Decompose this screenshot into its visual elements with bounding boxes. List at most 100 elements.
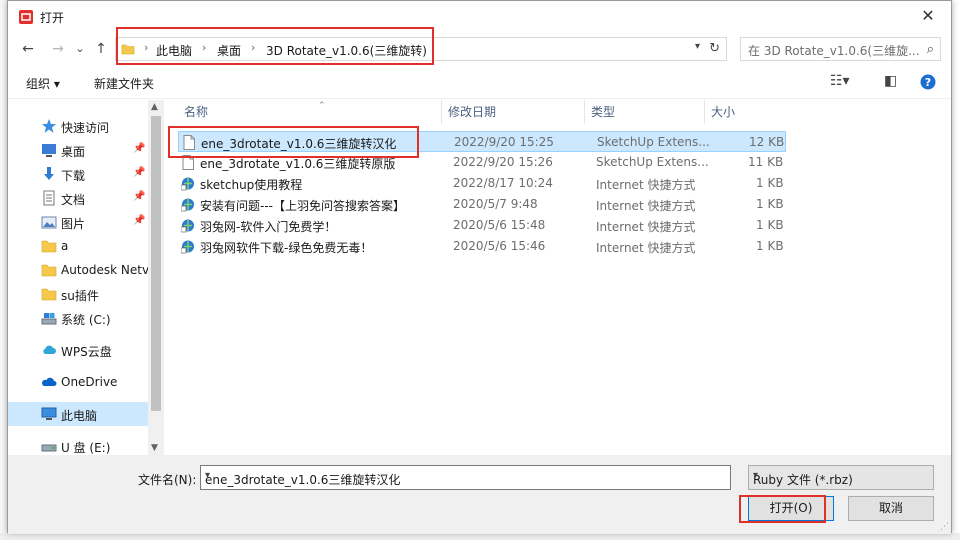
file-type: Internet 快捷方式: [596, 199, 696, 213]
file-modified: 2022/9/20 15:25: [454, 135, 554, 149]
column-header-size[interactable]: 大小: [705, 100, 785, 124]
close-icon[interactable]: ✕: [905, 1, 951, 31]
sidebar-scrollbar[interactable]: ▲ ▼: [148, 100, 164, 455]
sidebar-item-label: 下载: [61, 169, 86, 183]
file-modified: 2020/5/7 9:48: [453, 197, 538, 211]
usb-drive-icon: [41, 444, 57, 452]
cancel-button[interactable]: 取消: [848, 496, 934, 521]
file-modified: 2022/9/20 15:26: [453, 155, 553, 169]
file-row[interactable]: 羽兔网-软件入门免费学！ 2020/5/6 15:48 Internet 快捷方…: [178, 215, 786, 236]
sidebar-item-downloads[interactable]: 下载 📌: [8, 162, 148, 186]
column-header-modified[interactable]: 修改日期: [442, 100, 585, 124]
file-name: 羽兔网-软件入门免费学！: [200, 220, 337, 234]
open-file-dialog: 打开 ✕ ← → ⌄ ↑ › 此电脑 › 桌面 › 3D Rotate_v1.0…: [7, 0, 952, 534]
sketchup-app-icon: [19, 10, 33, 24]
file-row[interactable]: sketchup使用教程 2022/8/17 10:24 Internet 快捷…: [178, 173, 786, 194]
file-name: 安装有问题---【上羽免问答搜索答案】: [200, 199, 405, 213]
file-size: 1 KB: [756, 218, 784, 232]
view-options-icon[interactable]: ☷▾: [830, 73, 850, 89]
sidebar-item-documents[interactable]: 文档 📌: [8, 186, 148, 210]
scrollbar-thumb[interactable]: [151, 116, 161, 411]
scroll-down-icon[interactable]: ▼: [151, 443, 158, 453]
scroll-up-icon[interactable]: ▲: [151, 102, 158, 112]
search-icon[interactable]: ⌕: [927, 42, 934, 57]
pin-icon[interactable]: 📌: [133, 143, 145, 154]
sidebar-item-desktop[interactable]: 桌面 📌: [8, 138, 148, 162]
svg-text:?: ?: [925, 76, 931, 89]
address-dropdown-icon[interactable]: ▾: [695, 41, 700, 52]
file-row[interactable]: 安装有问题---【上羽免问答搜索答案】 2020/5/7 9:48 Intern…: [178, 194, 786, 215]
back-arrow-icon[interactable]: ←: [18, 39, 38, 59]
file-type: Internet 快捷方式: [596, 220, 696, 234]
folder-icon: [41, 240, 57, 253]
recent-locations-chevron-icon[interactable]: ⌄: [70, 39, 90, 59]
chevron-down-icon[interactable]: ▾: [753, 470, 927, 481]
column-header-label: 类型: [591, 105, 616, 119]
pin-icon[interactable]: 📌: [133, 167, 145, 178]
preview-pane-icon[interactable]: ◧: [884, 73, 897, 89]
file-size: 11 KB: [748, 155, 784, 169]
desktop-icon: [42, 144, 56, 157]
chevron-down-icon[interactable]: ▾: [205, 470, 726, 481]
up-arrow-icon[interactable]: ↑: [91, 39, 111, 59]
sidebar-item-label: WPS云盘: [61, 345, 112, 359]
file-row[interactable]: 羽兔网软件下载-绿色免费无毒！ 2020/5/6 15:46 Internet …: [178, 236, 786, 257]
column-header-name[interactable]: 名称 ⌃: [178, 100, 442, 124]
sidebar-item-onedrive[interactable]: OneDrive: [8, 370, 148, 394]
search-placeholder: 在 3D Rotate_v1.0.6(三维旋...: [748, 44, 920, 58]
new-folder-button[interactable]: 新建文件夹: [94, 75, 154, 92]
organize-menu[interactable]: 组织 ▾: [26, 75, 60, 92]
navigation-pane: 快速访问 桌面 📌 下载 📌 文档 📌 图片 📌 a Autodesk Netv…: [8, 100, 148, 455]
file-modified: 2020/5/6 15:46: [453, 239, 546, 253]
sidebar-item-label: OneDrive: [61, 375, 118, 389]
pin-icon[interactable]: 📌: [133, 191, 145, 202]
sidebar-item-su-plugins[interactable]: su插件: [8, 282, 148, 306]
search-box[interactable]: 在 3D Rotate_v1.0.6(三维旋... ⌕: [740, 37, 941, 61]
internet-shortcut-icon: [181, 198, 194, 212]
folder-icon: [41, 288, 57, 301]
folder-icon: [41, 264, 57, 277]
filename-input[interactable]: ene_3drotate_v1.0.6三维旋转汉化 ▾: [200, 465, 731, 490]
column-header-type[interactable]: 类型: [585, 100, 705, 124]
sidebar-item-quick-access[interactable]: 快速访问: [8, 114, 148, 138]
sidebar-item-drive-c[interactable]: 系统 (C:): [8, 306, 148, 330]
internet-shortcut-icon: [181, 240, 194, 254]
computer-icon: [41, 407, 57, 420]
background-bottom-edge: [0, 533, 960, 540]
drive-icon: [41, 313, 57, 325]
sort-ascending-icon: ⌃: [318, 101, 326, 111]
sidebar-item-this-pc[interactable]: 此电脑: [8, 402, 148, 426]
sidebar-item-usb-drive[interactable]: U 盘 (E:): [8, 434, 148, 455]
resize-grip-icon[interactable]: ⋰: [940, 522, 949, 532]
file-type: SketchUp Extens...: [596, 155, 709, 169]
sidebar-item-label: 此电脑: [61, 409, 98, 423]
column-header-label: 名称: [184, 105, 209, 119]
refresh-icon[interactable]: ↻: [709, 41, 720, 56]
file-size: 1 KB: [756, 239, 784, 253]
file-type: Internet 快捷方式: [596, 178, 696, 192]
sidebar-item-label: 快速访问: [61, 121, 110, 135]
sidebar-item-folder-a[interactable]: a: [8, 234, 148, 258]
download-icon: [44, 167, 54, 180]
sidebar-item-wps-cloud[interactable]: WPS云盘: [8, 338, 148, 362]
file-name: sketchup使用教程: [200, 178, 303, 192]
file-size: 12 KB: [749, 135, 785, 149]
cloud-icon: [43, 345, 56, 354]
file-size: 1 KB: [756, 176, 784, 190]
filetype-select[interactable]: Ruby 文件 (*.rbz) ▾: [748, 465, 934, 490]
sidebar-item-label: Autodesk Netv: [61, 263, 148, 277]
forward-arrow-icon[interactable]: →: [48, 39, 68, 59]
sidebar-item-autodesk[interactable]: Autodesk Netv: [8, 258, 148, 282]
picture-icon: [41, 216, 57, 229]
column-header-label: 修改日期: [448, 105, 497, 119]
help-icon[interactable]: ?: [920, 74, 936, 90]
annotation-highlight-open-button: [739, 495, 826, 523]
file-size: 1 KB: [756, 197, 784, 211]
sidebar-item-pictures[interactable]: 图片 📌: [8, 210, 148, 234]
command-toolbar: 组织 ▾ 新建文件夹 ☷▾ ◧ ?: [8, 65, 951, 99]
sidebar-item-label: 文档: [61, 193, 86, 207]
file-name: 羽兔网软件下载-绿色免费无毒！: [200, 241, 373, 255]
filename-label: 文件名(N):: [138, 473, 197, 487]
pin-icon[interactable]: 📌: [133, 215, 145, 226]
annotation-highlight-address: [116, 27, 434, 65]
